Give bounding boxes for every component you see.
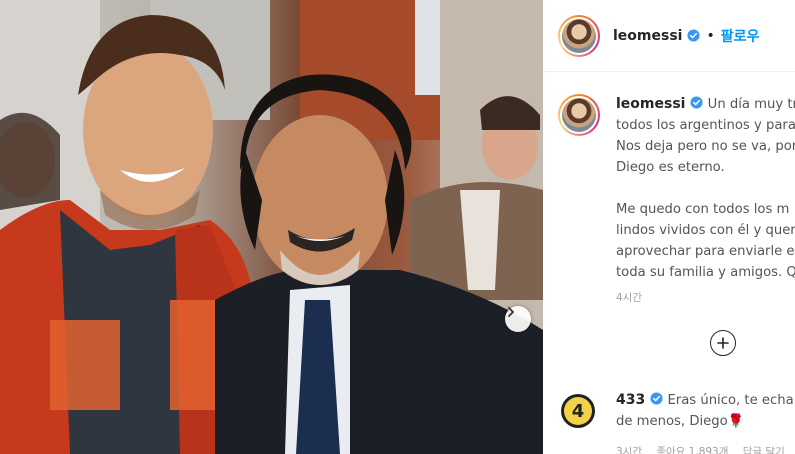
verified-badge-icon: [687, 29, 701, 42]
caption-line: Me quedo con todos los m: [616, 202, 790, 217]
comment-likes[interactable]: 좋아요 1,893개: [656, 446, 728, 454]
comment-timestamp: 3시간: [616, 446, 643, 454]
commenter-username[interactable]: 433: [616, 392, 645, 408]
avatar[interactable]: [558, 14, 600, 57]
caption-line: aprovechar para enviarle el: [616, 244, 795, 259]
plus-circle-icon: [717, 337, 729, 349]
photo-illustration: [0, 0, 543, 454]
rose-emoji-icon: 🌹: [727, 414, 745, 429]
caption-line: toda su familia y amigos. Q: [616, 265, 795, 280]
caption-line: lindos vividos con él y quer: [616, 223, 795, 238]
load-more-comments-button[interactable]: [710, 330, 736, 356]
verified-badge-icon: [650, 392, 663, 405]
header-username[interactable]: leomessi: [613, 28, 682, 44]
separator-dot: •: [706, 27, 715, 44]
comment-meta: 3시간 좋아요 1,893개 답글 달기: [616, 444, 795, 454]
caption-line: todos los argentinos y para: [616, 118, 795, 133]
post-header: leomessi • 팔로우: [543, 0, 795, 72]
post-photo: [0, 0, 543, 454]
comment-line: Eras único, te echare: [667, 393, 795, 408]
caption-text: leomessi Un día muy tris todos los argen…: [616, 94, 795, 283]
commenter-avatar[interactable]: 4: [561, 394, 595, 428]
caption-avatar[interactable]: [558, 94, 600, 136]
caption-line: Un día muy tris: [707, 97, 795, 112]
follow-button[interactable]: 팔로우: [721, 26, 760, 46]
commenter-avatar-label: 4: [564, 397, 592, 425]
comment-line: de menos, Diego: [616, 414, 728, 429]
post-side-panel: leomessi • 팔로우 leomessi Un día muy tris …: [543, 0, 795, 454]
chevron-right-icon: [508, 307, 514, 317]
caption-timestamp: 4시간: [616, 292, 643, 304]
caption-line: Nos deja pero no se va, por: [616, 139, 795, 154]
comment-text: 433 Eras único, te echare de menos, Dieg…: [616, 390, 795, 432]
verified-badge-icon: [690, 96, 704, 109]
caption-username[interactable]: leomessi: [616, 96, 685, 112]
reply-button[interactable]: 답글 달기: [743, 446, 785, 454]
caption-line: Diego es eterno.: [616, 160, 725, 175]
next-photo-button[interactable]: [505, 306, 531, 332]
